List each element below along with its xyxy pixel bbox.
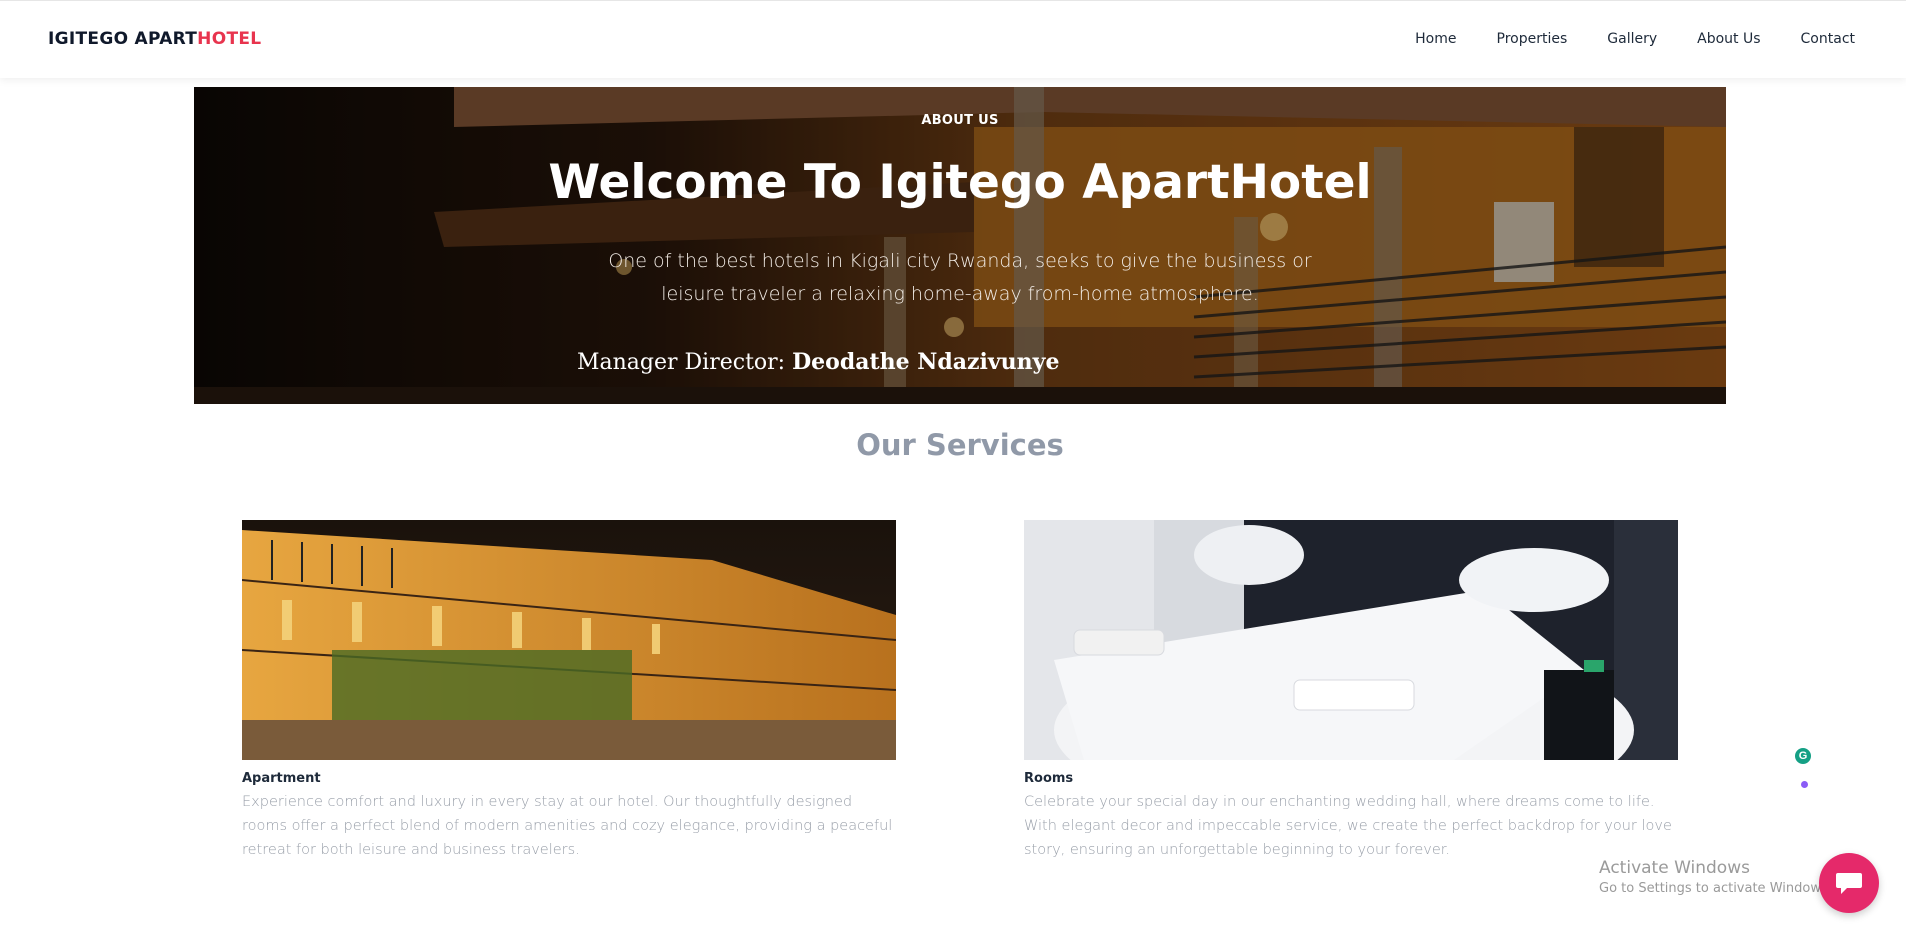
service-card-rooms[interactable]: Rooms Celebrate your special day in our … — [1024, 520, 1678, 862]
manager-label: Manager Director: — [577, 350, 786, 375]
brand-name-part2: HOTEL — [197, 29, 262, 49]
activate-windows-watermark: Activate Windows Go to Settings to activ… — [1599, 858, 1832, 896]
manager-name: Deodathe Ndazivunye — [792, 349, 1060, 375]
status-dot — [1801, 781, 1808, 788]
service-description: Celebrate your special day in our enchan… — [1024, 794, 1672, 858]
watermark-subtitle: Go to Settings to activate Windows. — [1599, 881, 1832, 896]
nav-menu: Home Properties Gallery About Us Contact — [1375, 31, 1855, 47]
grammarly-icon[interactable]: G — [1795, 748, 1811, 764]
chat-button[interactable] — [1819, 853, 1879, 913]
manager-director: Manager Director: Deodathe Ndazivunye — [577, 349, 1059, 375]
service-name: Rooms — [1024, 771, 1074, 786]
nav-item-properties[interactable]: Properties — [1497, 31, 1568, 47]
navbar: IGITEGO APARTHOTEL Home Properties Galle… — [0, 0, 1906, 78]
rooms-photo — [1024, 520, 1678, 760]
nav-item-about-us[interactable]: About Us — [1697, 31, 1760, 47]
hero-kicker: ABOUT US — [921, 113, 999, 128]
chat-bubble-icon — [1836, 873, 1862, 894]
service-name: Apartment — [242, 771, 321, 786]
hero-description: One of the best hotels in Kigali city Rw… — [608, 250, 1312, 305]
brand-logo[interactable]: IGITEGO APARTHOTEL — [48, 29, 261, 49]
service-description: Experience comfort and luxury in every s… — [242, 794, 893, 858]
brand-name-part1: IGITEGO APART — [48, 29, 198, 49]
apartment-photo — [242, 520, 896, 760]
nav-item-gallery[interactable]: Gallery — [1607, 31, 1657, 47]
nav-item-contact[interactable]: Contact — [1801, 31, 1855, 47]
services-title: Our Services — [856, 428, 1064, 462]
hero-title: Welcome To Igitego ApartHotel — [548, 155, 1372, 210]
nav-item-home[interactable]: Home — [1415, 31, 1456, 47]
service-card-apartment[interactable]: Apartment Experience comfort and luxury … — [242, 520, 896, 862]
about-hero: ABOUT US Welcome To Igitego ApartHotel O… — [194, 87, 1726, 404]
watermark-title: Activate Windows — [1599, 858, 1750, 878]
